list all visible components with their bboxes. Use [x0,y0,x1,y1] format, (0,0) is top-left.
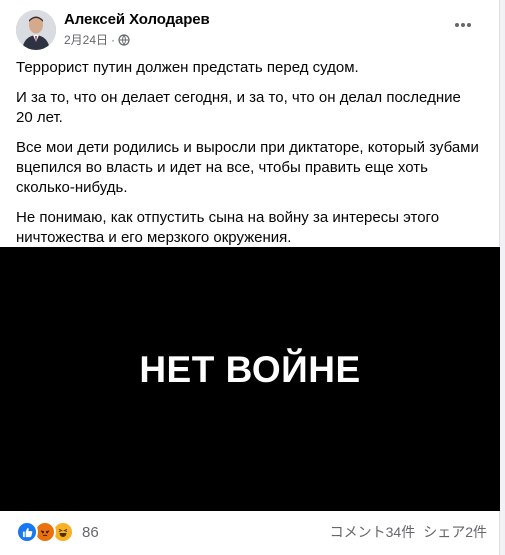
post-paragraph: Террорист путин должен предстать перед с… [16,59,359,76]
post-stats: コメント34件 シェア2件 [330,522,487,542]
more-options-icon [455,23,471,27]
image-caption: НЕТ ВОЙНЕ [139,349,361,390]
like-reaction-icon [16,521,38,543]
post-date[interactable]: 2月24日 [64,31,108,48]
avatar-image [16,10,56,50]
post-meta: 2月24日 · [64,31,130,48]
avatar[interactable] [16,10,56,50]
post-paragraph: Все мои дети родились и выросли при дикт… [16,139,479,196]
post-footer: 86 コメント34件 シェア2件 [16,518,487,546]
reaction-count: 86 [82,523,99,541]
post-image[interactable]: НЕТ ВОЙНЕ [0,247,500,511]
shares-count-link[interactable]: シェア2件 [423,522,487,542]
reactions-summary[interactable]: 86 [16,521,99,543]
post-header: Алексей Холодарев 2月24日 · [16,10,487,50]
globe-icon [118,33,130,46]
post-text: Террорист путин должен предстать перед с… [16,58,480,258]
author-name[interactable]: Алексей Холодарев [64,11,210,28]
post-paragraph: Не понимаю, как отпустить сына на войну … [16,209,440,246]
more-options-button[interactable] [449,13,477,37]
post-card: Алексей Холодарев 2月24日 · Террорист пути… [0,0,500,555]
meta-separator: · [111,32,116,47]
comments-count-link[interactable]: コメント34件 [330,522,416,542]
post-paragraph: И за то, что он делает сегодня, и за то,… [16,89,461,126]
